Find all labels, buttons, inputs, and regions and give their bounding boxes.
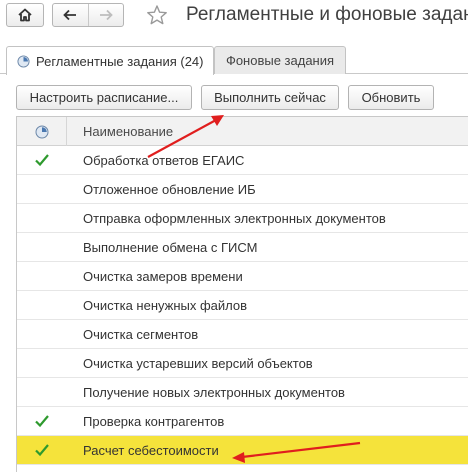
table-row[interactable]: Проверка контрагентов <box>17 407 468 436</box>
table-row-selected[interactable]: Расчет себестоимости <box>17 436 468 465</box>
job-name: Расчет себестоимости <box>83 443 219 458</box>
table-row[interactable]: Очистка сегментов <box>17 320 468 349</box>
job-name: Отправка оформленных электронных докумен… <box>83 211 386 226</box>
star-outline-icon <box>147 5 167 25</box>
status-cell <box>17 291 67 319</box>
table-row[interactable]: Очистка устаревших версий объектов <box>17 349 468 378</box>
back-button[interactable] <box>53 4 88 26</box>
arrow-right-icon <box>99 9 113 21</box>
job-name: Отложенное обновление ИБ <box>83 182 256 197</box>
table-header: Наименование <box>17 117 468 146</box>
table-row[interactable]: Очистка замеров времени <box>17 262 468 291</box>
status-cell <box>17 262 67 290</box>
tab-bar: Регламентные задания (24) Фоновые задани… <box>0 46 468 75</box>
checkmark-icon <box>35 415 49 428</box>
checkmark-icon <box>35 444 49 457</box>
toolbar: Настроить расписание... Выполнить сейчас… <box>0 84 468 112</box>
page-title: Регламентные и фоновые задан <box>186 4 468 25</box>
job-name: Выполнение обмена с ГИСМ <box>83 240 258 255</box>
status-cell <box>17 378 67 406</box>
table-row[interactable]: Выполнение обмена с ГИСМ <box>17 233 468 262</box>
job-name: Очистка сегментов <box>83 327 199 342</box>
job-name: Обработка ответов ЕГАИС <box>83 153 245 168</box>
configure-schedule-button[interactable]: Настроить расписание... <box>16 85 192 110</box>
status-column-header[interactable] <box>17 117 67 146</box>
run-now-button[interactable]: Выполнить сейчас <box>201 85 339 110</box>
job-name: Очистка замеров времени <box>83 269 243 284</box>
home-icon <box>18 8 32 22</box>
tab-background-jobs[interactable]: Фоновые задания <box>214 46 346 74</box>
checkmark-icon <box>35 154 49 167</box>
name-column-header[interactable]: Наименование <box>83 124 173 139</box>
status-cell <box>17 436 67 464</box>
clock-icon <box>35 125 48 138</box>
table-row[interactable]: Обработка ответов ЕГАИС <box>17 146 468 175</box>
job-name: Получение новых электронных документов <box>83 385 345 400</box>
job-name: Проверка контрагентов <box>83 414 225 429</box>
status-cell <box>17 407 67 435</box>
status-cell <box>17 204 67 232</box>
clock-icon <box>17 54 30 68</box>
job-name: Очистка устаревших версий объектов <box>83 356 313 371</box>
table-row[interactable]: Очистка ненужных файлов <box>17 291 468 320</box>
status-cell <box>17 146 67 174</box>
jobs-table: Наименование Обработка ответов ЕГАИС Отл… <box>16 116 468 472</box>
status-cell <box>17 175 67 203</box>
history-navigation <box>52 3 124 27</box>
tab-label: Регламентные задания (24) <box>36 53 204 69</box>
tab-label: Фоновые задания <box>225 53 335 68</box>
table-row[interactable]: Отправка оформленных электронных докумен… <box>17 204 468 233</box>
top-bar: Регламентные и фоновые задан <box>0 0 468 34</box>
table-row[interactable]: Отложенное обновление ИБ <box>17 175 468 204</box>
status-cell <box>17 320 67 348</box>
refresh-button[interactable]: Обновить <box>348 85 434 110</box>
favorite-button[interactable] <box>146 4 168 31</box>
home-button[interactable] <box>6 3 44 27</box>
status-cell <box>17 233 67 261</box>
forward-button[interactable] <box>87 4 123 26</box>
arrow-left-icon <box>63 9 77 21</box>
status-cell <box>17 349 67 377</box>
tab-scheduled-jobs[interactable]: Регламентные задания (24) <box>6 46 214 75</box>
table-row[interactable]: Получение новых электронных документов <box>17 378 468 407</box>
job-name: Очистка ненужных файлов <box>83 298 248 313</box>
